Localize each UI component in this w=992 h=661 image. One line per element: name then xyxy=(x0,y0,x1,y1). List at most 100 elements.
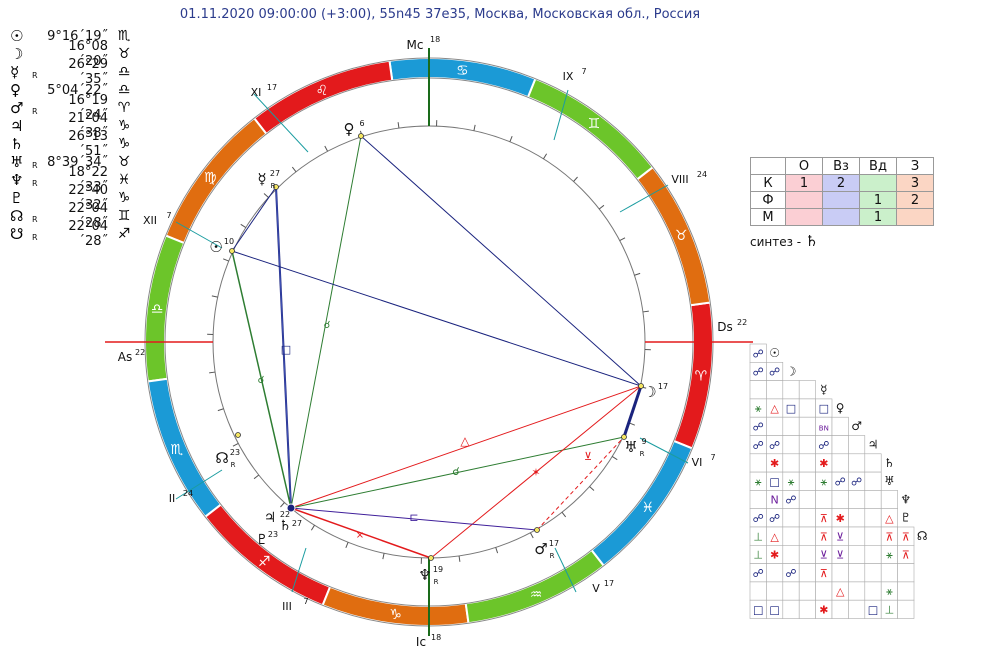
aspect-symbol: ⊏ xyxy=(409,511,418,524)
planet-degree: 27 xyxy=(292,519,302,528)
house-label-1: IX xyxy=(563,70,574,83)
degree-tick xyxy=(310,524,315,531)
planet-degree: 17 xyxy=(549,539,559,548)
retrograde-mark: R xyxy=(550,552,555,560)
elements-cell: 1 xyxy=(859,191,897,209)
venus-icon: ♀ xyxy=(344,120,355,138)
asc-degree: 22 xyxy=(135,348,145,357)
aspect-symbol: ⊻ xyxy=(584,450,592,463)
natal-wheel: ♈♉♊♋♌♍♎♏♐♑♒♓Mc 18Ic 18As 22Ds 22IX 7VIII 24VI 7… xyxy=(105,35,753,649)
house-degree: 7 xyxy=(166,211,171,220)
elements-cell xyxy=(896,208,934,226)
aspect-line-minor xyxy=(231,186,277,252)
elements-col-earth: З xyxy=(896,157,934,175)
aspect-symbol: □ xyxy=(281,343,291,356)
house-degree: 17 xyxy=(604,579,614,588)
retrograde-mark: R xyxy=(434,578,439,586)
planet-degree: 9 xyxy=(641,437,646,446)
elements-cell xyxy=(822,191,860,209)
elements-cell: 1 xyxy=(859,208,897,226)
synthesis-label: синтез - xyxy=(750,235,802,249)
zodiac-segment-taurus xyxy=(635,165,712,307)
degree-tick xyxy=(382,553,385,560)
planet-point xyxy=(358,133,364,139)
mercury-icon: ☿ xyxy=(257,170,266,188)
ic-degree: 18 xyxy=(431,633,441,642)
sun-icon: ☉ xyxy=(209,238,222,256)
aries-icon: ♈ xyxy=(695,368,708,384)
planet-point xyxy=(235,432,241,438)
capricorn-icon: ♑ xyxy=(389,607,402,623)
aspect-circle xyxy=(212,125,646,559)
house-label-7: XII xyxy=(143,214,157,227)
degree-tick xyxy=(345,542,349,549)
elements-table: О Вз Вд З К 1 2 3 Ф 1 2 М 1 xyxy=(750,157,934,226)
jupiter-icon: ♃ xyxy=(264,510,277,526)
aspect-symbol: ☌ xyxy=(324,320,331,331)
desc-degree: 22 xyxy=(737,318,747,327)
zodiac-inner-ring xyxy=(164,77,694,607)
saturn-icon: ♄ xyxy=(279,518,292,534)
leo-icon: ♌ xyxy=(316,83,329,99)
mc-label: Mc xyxy=(407,38,424,52)
moon-icon: ☽ xyxy=(643,383,656,401)
elements-cell: 2 xyxy=(896,191,934,209)
elements-col-air: Вз xyxy=(822,157,860,175)
elements-row-label: К xyxy=(750,174,786,192)
elements-cell: 1 xyxy=(785,174,823,192)
degree-tick xyxy=(280,502,285,508)
mc-degree: 18 xyxy=(430,35,440,44)
degree-tick xyxy=(211,295,218,298)
elements-cell: 2 xyxy=(822,174,860,192)
degree-tick xyxy=(458,555,461,562)
pluto-icon: ♇ xyxy=(256,532,269,548)
degree-tick xyxy=(529,532,534,539)
degree-tick xyxy=(232,442,239,447)
elements-col-water: Вд xyxy=(859,157,897,175)
mars-icon: ♂ xyxy=(534,540,547,558)
degree-tick xyxy=(598,204,605,210)
elements-cell xyxy=(859,174,897,192)
degree-tick xyxy=(634,272,641,276)
sagittarius-icon: ♐ xyxy=(258,554,271,570)
aspect-symbol: ✶ xyxy=(531,466,540,479)
aspect-line-conjunction xyxy=(622,385,643,438)
elements-row-label: Ф xyxy=(750,191,786,209)
planet-degree: 23 xyxy=(230,448,240,457)
degree-tick xyxy=(619,237,626,242)
house-label-3: VI xyxy=(692,456,703,469)
aspect-symbol: △ xyxy=(460,434,470,448)
degree-tick xyxy=(589,486,595,491)
desc-label: Ds xyxy=(717,320,733,334)
degree-tick xyxy=(291,166,297,173)
retrograde-mark: R xyxy=(271,182,276,190)
planet-degree: 19 xyxy=(433,565,443,574)
degree-tick xyxy=(509,135,513,142)
pisces-icon: ♓ xyxy=(642,500,655,516)
degree-tick xyxy=(240,223,247,228)
retrograde-mark: R xyxy=(231,461,236,469)
virgo-icon: ♍ xyxy=(204,170,217,186)
degree-tick xyxy=(263,193,269,198)
degree-tick xyxy=(222,258,229,262)
aquarius-icon: ♒ xyxy=(530,587,543,603)
planet-point xyxy=(534,527,540,533)
degree-tick xyxy=(209,371,216,374)
house-label-5: III xyxy=(282,600,292,613)
aspect-symbol: ☌ xyxy=(452,465,459,478)
house-degree: 24 xyxy=(183,489,193,498)
house-label-2: VIII xyxy=(671,173,688,186)
elements-col-fire: О xyxy=(785,157,823,175)
house-label-6: II xyxy=(169,492,176,505)
elements-cell xyxy=(785,191,823,209)
aspect-symbol: × xyxy=(356,530,364,541)
uranus-icon: ♅ xyxy=(624,438,637,456)
scorpio-icon: ♏ xyxy=(171,442,184,458)
synthesis-line: синтез - ♄ xyxy=(750,232,818,250)
saturn-icon: ♄ xyxy=(804,232,819,250)
aspect-line-opposition xyxy=(231,250,642,387)
degree-tick xyxy=(573,176,578,182)
elements-cell: 3 xyxy=(896,174,934,192)
degree-tick xyxy=(642,310,649,313)
aspect-line-semisquare xyxy=(536,436,625,531)
